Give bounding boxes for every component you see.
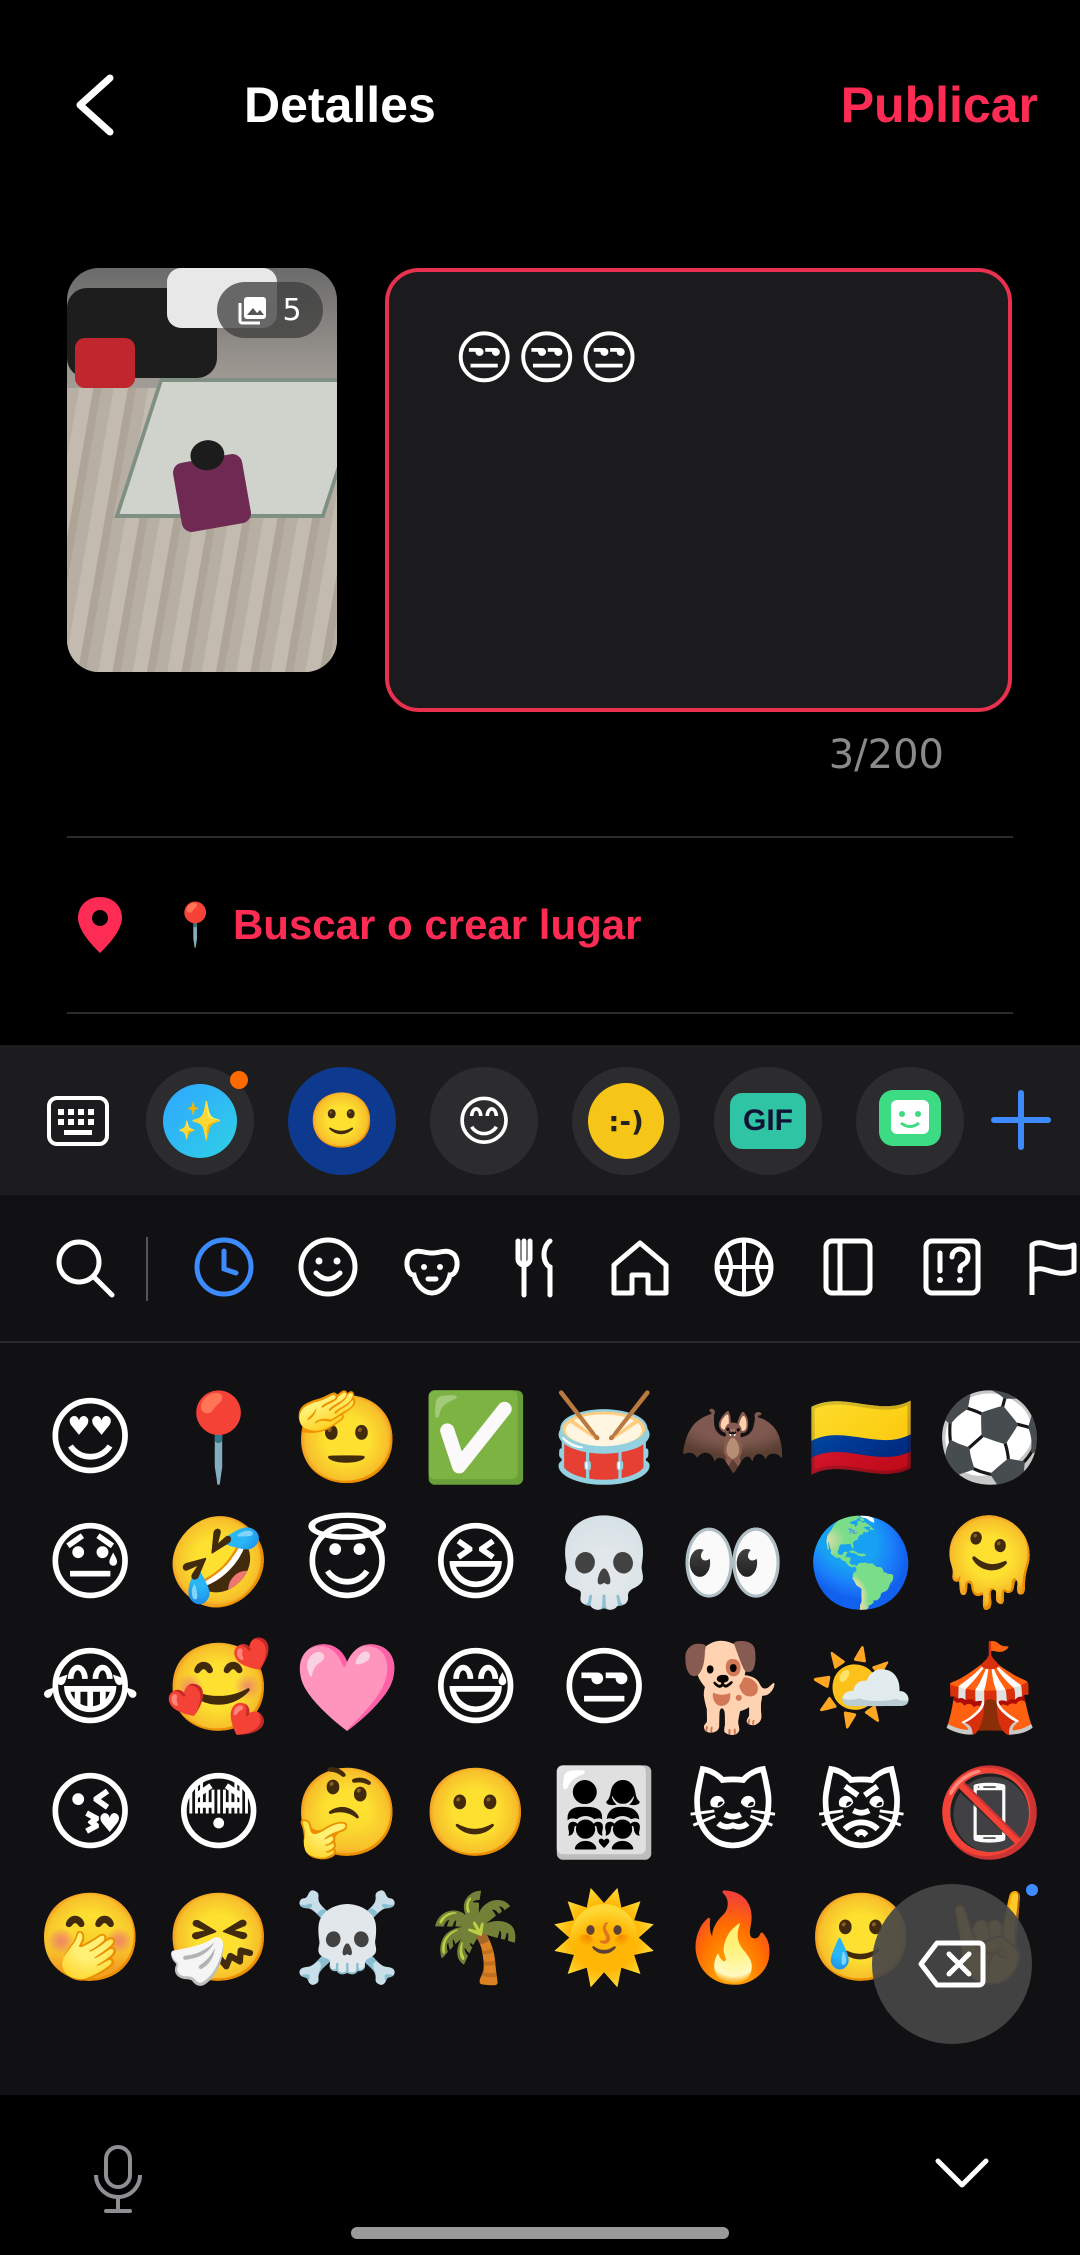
- emoji-key[interactable]: 🌞: [540, 1875, 669, 2000]
- gallery-icon: [238, 297, 267, 325]
- emoji-key[interactable]: 😒: [540, 1625, 669, 1750]
- text-emoticon-tool[interactable]: :-): [572, 1067, 680, 1175]
- notification-dot: [230, 1071, 248, 1089]
- emoji-key[interactable]: 🌤️: [797, 1625, 926, 1750]
- divider: [67, 836, 1013, 838]
- page-title: Detalles: [244, 77, 436, 133]
- smileys-icon[interactable]: [296, 1235, 360, 1299]
- publish-button[interactable]: Publicar: [841, 76, 1038, 134]
- recent-clock-icon[interactable]: [192, 1235, 256, 1299]
- emoji-category-bar: [0, 1195, 1080, 1343]
- character-counter: 3/200: [828, 732, 944, 778]
- emoji-key[interactable]: ⚽: [926, 1375, 1055, 1500]
- emoji-key[interactable]: 🦇: [669, 1375, 798, 1500]
- media-thumbnail[interactable]: 5: [67, 268, 337, 672]
- keyboard-toolbar: ✨ 🙂 😊 :-) GIF: [0, 1045, 1080, 1195]
- emoji-key[interactable]: 😘: [26, 1750, 155, 1875]
- emoji-key[interactable]: 💀: [540, 1500, 669, 1625]
- notification-dot: [1026, 1884, 1038, 1896]
- header: Detalles Publicar: [0, 0, 1080, 215]
- flags-icon[interactable]: [1024, 1235, 1080, 1299]
- emoji-key[interactable]: 👨‍👩‍👧‍👧: [540, 1750, 669, 1875]
- emoji-key[interactable]: 🫡: [283, 1375, 412, 1500]
- emoji-key[interactable]: 😅: [412, 1625, 541, 1750]
- keyboard-bottom-bar: [0, 2095, 1080, 2255]
- chevron-down-icon[interactable]: [932, 2153, 992, 2193]
- microphone-icon[interactable]: [92, 2145, 144, 2215]
- text-emoticon-icon: :-): [588, 1083, 664, 1159]
- places-home-icon[interactable]: [608, 1235, 672, 1299]
- emoji-key[interactable]: 😆: [412, 1500, 541, 1625]
- emoji-key[interactable]: 😍: [26, 1375, 155, 1500]
- symbols-icon[interactable]: [920, 1235, 984, 1299]
- keyboard-icon[interactable]: [46, 1095, 110, 1147]
- emoji-key[interactable]: 🙂: [412, 1750, 541, 1875]
- backspace-button[interactable]: [872, 1884, 1032, 2044]
- emoji-key[interactable]: 🩷: [283, 1625, 412, 1750]
- backspace-icon: [918, 1940, 986, 1988]
- emoji-key[interactable]: 🫠: [926, 1500, 1055, 1625]
- emoji-stickers-icon: 😊: [455, 1089, 513, 1153]
- emoji-key[interactable]: ✅: [412, 1375, 541, 1500]
- search-icon[interactable]: [52, 1235, 116, 1299]
- caption-input[interactable]: 😒😒😒: [385, 268, 1012, 712]
- gif-tool[interactable]: GIF: [714, 1067, 822, 1175]
- emoji-key[interactable]: 🤔: [283, 1750, 412, 1875]
- emoji-key[interactable]: 🥰: [155, 1625, 284, 1750]
- category-separator: [146, 1237, 148, 1301]
- emoji-key[interactable]: 🤭: [26, 1875, 155, 2000]
- activities-ball-icon[interactable]: [712, 1235, 776, 1299]
- gif-icon: GIF: [730, 1093, 806, 1149]
- add-icon[interactable]: [986, 1085, 1056, 1155]
- food-icon[interactable]: [504, 1235, 568, 1299]
- emoji-key[interactable]: 📍: [155, 1375, 284, 1500]
- emoji-key[interactable]: 📵: [926, 1750, 1055, 1875]
- emoji-key[interactable]: 😇: [283, 1500, 412, 1625]
- photo-count-badge: 5: [217, 282, 323, 338]
- sticker-tool[interactable]: [856, 1067, 964, 1175]
- sparkle-icon: ✨: [163, 1084, 237, 1158]
- photo-object: [75, 338, 135, 388]
- emoji-key[interactable]: 👀: [669, 1500, 798, 1625]
- photo-object: [171, 452, 253, 534]
- photo-count: 5: [282, 292, 302, 328]
- emoji-key[interactable]: 😾: [797, 1750, 926, 1875]
- back-arrow-icon[interactable]: [66, 70, 126, 140]
- sticker-icon: [879, 1090, 941, 1146]
- home-indicator[interactable]: [351, 2227, 729, 2239]
- emoji-key[interactable]: 🔥: [669, 1875, 798, 2000]
- location-label[interactable]: 📍 Buscar o crear lugar: [169, 901, 641, 950]
- emoji-stickers-tool[interactable]: 😊: [430, 1067, 538, 1175]
- emoji-key[interactable]: 🌎: [797, 1500, 926, 1625]
- emoji-key[interactable]: 😂: [26, 1625, 155, 1750]
- smiley-icon: 🙂: [308, 1089, 376, 1152]
- emoji-key[interactable]: 🐕: [669, 1625, 798, 1750]
- ai-sparkle-tool[interactable]: ✨: [146, 1067, 254, 1175]
- emoji-key[interactable]: 🎪: [926, 1625, 1055, 1750]
- caption-text[interactable]: 😒😒😒: [454, 324, 641, 392]
- divider: [67, 1012, 1013, 1014]
- emoji-key[interactable]: 😳: [155, 1750, 284, 1875]
- emoji-key[interactable]: 🤧: [155, 1875, 284, 2000]
- emoji-key[interactable]: 🌴: [412, 1875, 541, 2000]
- emoji-key[interactable]: ☠️: [283, 1875, 412, 2000]
- emoji-key[interactable]: 😓: [26, 1500, 155, 1625]
- animals-icon[interactable]: [400, 1235, 464, 1299]
- emoji-key[interactable]: 🥁: [540, 1375, 669, 1500]
- objects-icon[interactable]: [816, 1235, 880, 1299]
- location-pin-icon: [67, 892, 133, 958]
- emoji-key[interactable]: 🐱: [669, 1750, 798, 1875]
- emoji-tool[interactable]: 🙂: [288, 1067, 396, 1175]
- location-row[interactable]: 📍 Buscar o crear lugar: [67, 880, 1013, 970]
- emoji-key[interactable]: 🇨🇴: [797, 1375, 926, 1500]
- emoji-key[interactable]: 🤣: [155, 1500, 284, 1625]
